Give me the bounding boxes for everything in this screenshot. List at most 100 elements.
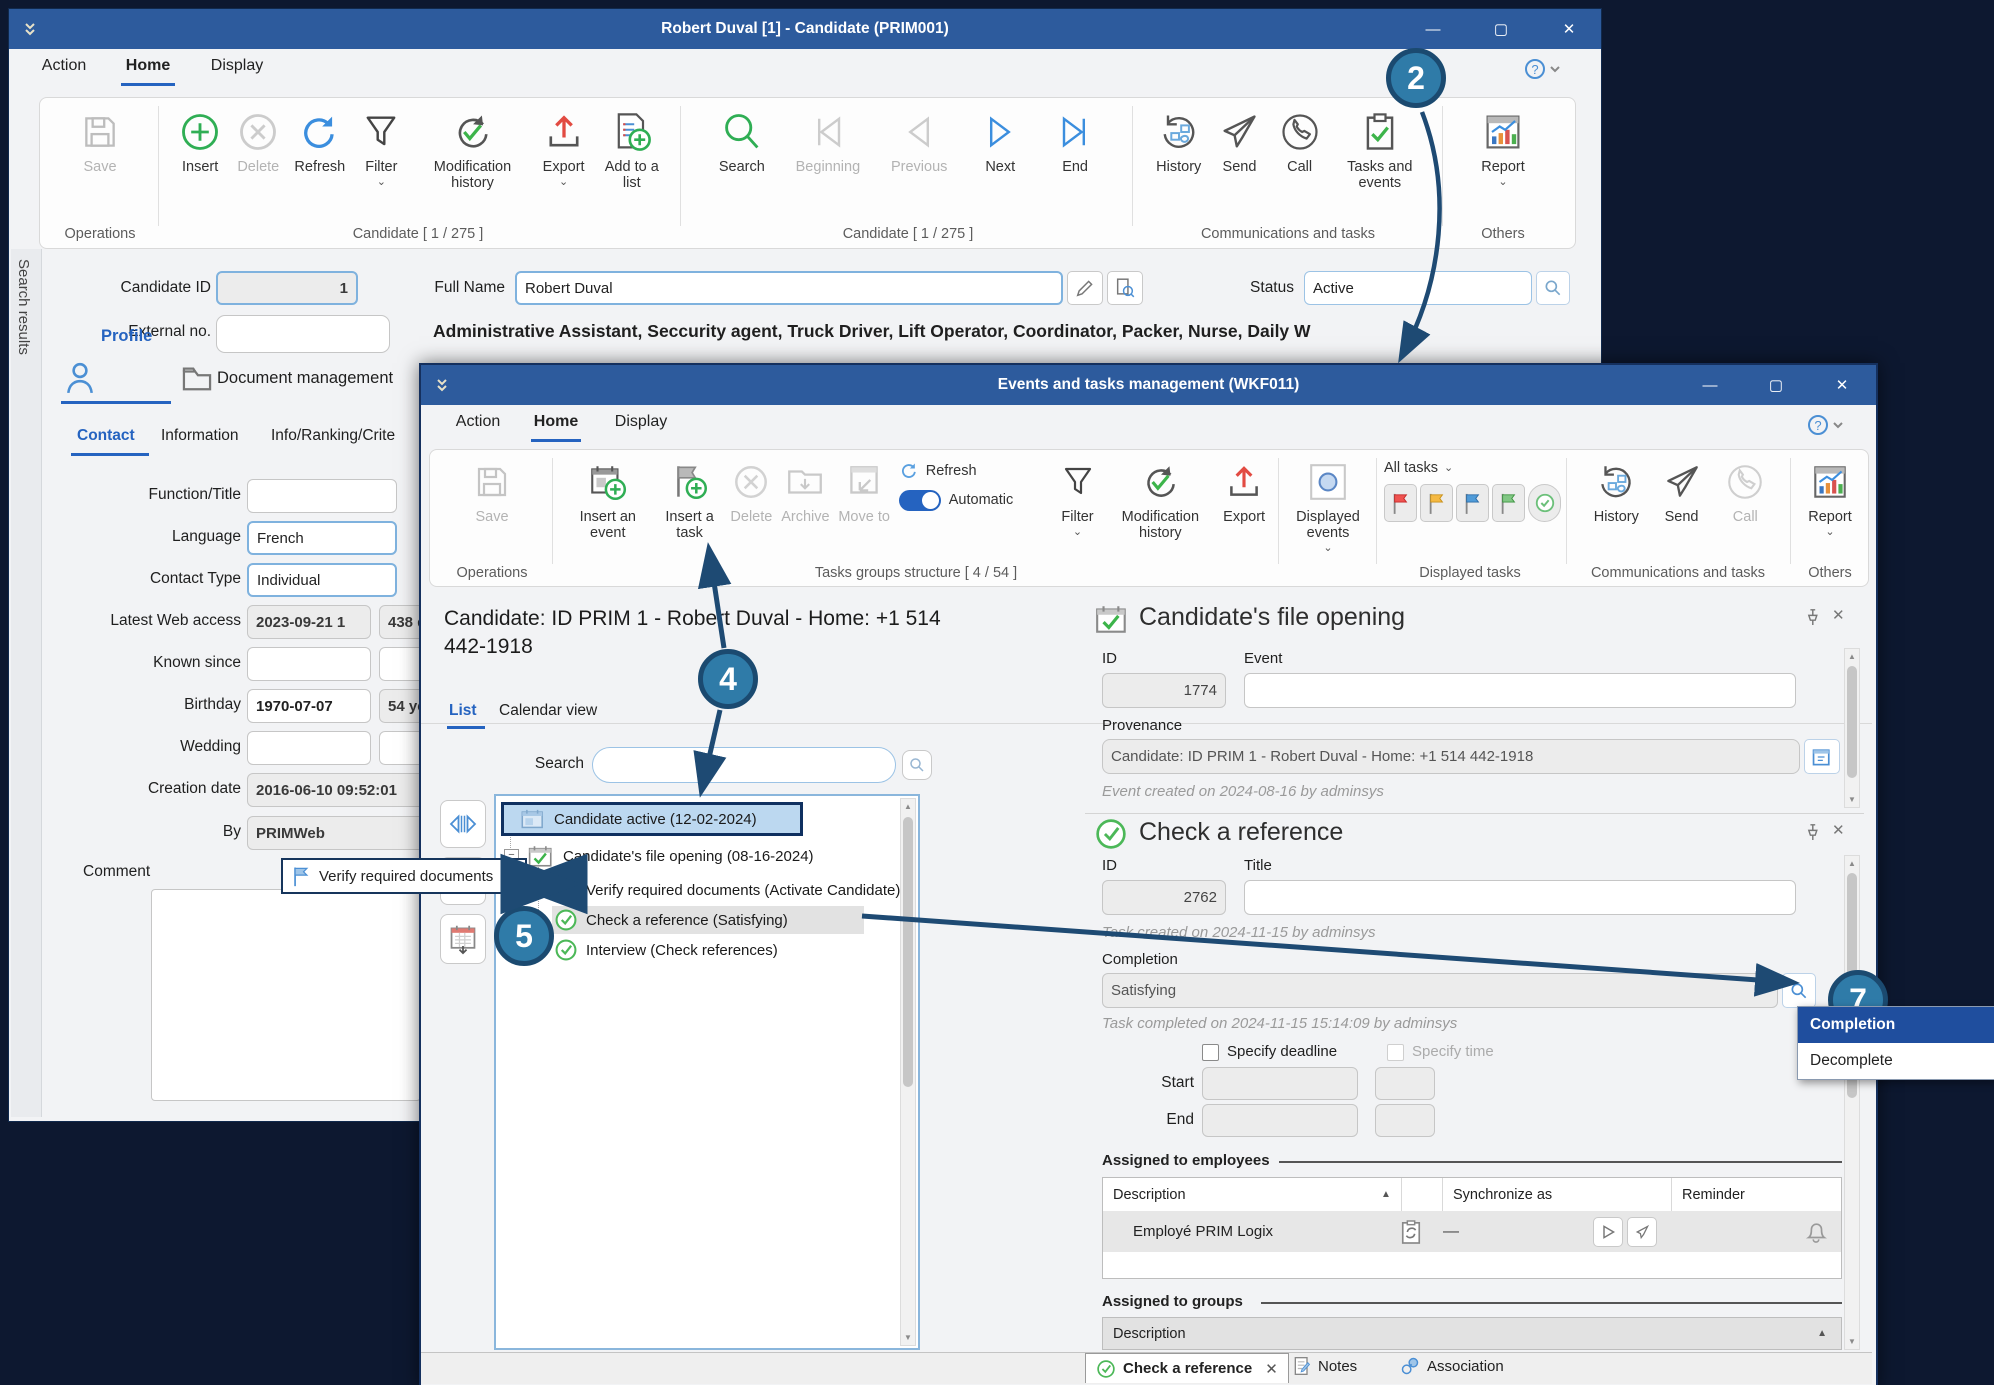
edit-name-button[interactable] — [1067, 271, 1103, 305]
sort-asc-icon[interactable]: ▲ — [1381, 1189, 1401, 1200]
window1-titlebar[interactable]: Robert Duval [1] - Candidate (PRIM001) —… — [9, 9, 1601, 49]
yellow-flag-filter-button[interactable] — [1420, 484, 1453, 522]
menu-item-completion[interactable]: Completion — [1798, 1007, 1994, 1043]
send-button[interactable]: Send — [1661, 458, 1703, 525]
sort-asc-icon[interactable]: ▲ — [1817, 1328, 1841, 1339]
tab-profile[interactable]: Profile — [101, 327, 152, 346]
search-input[interactable] — [592, 747, 896, 783]
function-title-field[interactable] — [247, 479, 397, 513]
col-synchronize[interactable]: Synchronize as — [1442, 1178, 1671, 1211]
history-button[interactable]: History — [1156, 108, 1201, 175]
refresh-row[interactable]: Refresh — [899, 458, 977, 484]
modification-history-button[interactable]: Modification history — [1106, 458, 1214, 541]
menu-item-decomplete[interactable]: Decomplete — [1798, 1043, 1994, 1079]
modification-history-button[interactable]: Modification history — [417, 108, 527, 191]
completion-lookup-button[interactable] — [1782, 973, 1816, 1008]
tree-item-file-opening[interactable]: − Candidate's file opening (08-16-2024) — [501, 840, 861, 872]
wedding-field[interactable] — [247, 731, 371, 765]
employee-row[interactable]: Employé PRIM Logix — — [1103, 1211, 1841, 1252]
play-button[interactable] — [1593, 1217, 1623, 1247]
panel1-scrollbar-thumb[interactable] — [1847, 666, 1857, 778]
panel1-scrollbar[interactable]: ▲ ▼ — [1844, 648, 1860, 808]
archive-button[interactable]: Archive — [781, 458, 829, 525]
tab-home[interactable]: Home — [113, 57, 183, 75]
employee-empty-row[interactable] — [1103, 1252, 1841, 1278]
known-since-field[interactable] — [247, 647, 371, 681]
pin-icon[interactable] — [1804, 608, 1820, 631]
col-description[interactable]: Description — [1103, 1187, 1381, 1203]
export-button[interactable]: Export — [1223, 458, 1265, 525]
language-field[interactable]: French — [247, 521, 397, 555]
search-results-sidebar[interactable]: Search results — [11, 249, 42, 1117]
insert-button[interactable]: Insert — [178, 108, 222, 175]
tab-close-icon[interactable]: ✕ — [1265, 1360, 1278, 1378]
tree-item-check-reference[interactable]: Check a reference (Satisfying) — [552, 906, 864, 934]
panel1-close-icon[interactable]: ✕ — [1832, 606, 1845, 624]
tasks-and-events-button[interactable]: Tasks and events — [1338, 108, 1422, 191]
contact-type-field[interactable]: Individual — [247, 563, 397, 597]
search-button[interactable]: Search — [719, 108, 765, 175]
start-time-field[interactable] — [1375, 1067, 1435, 1100]
minimize-button[interactable]: — — [1686, 365, 1734, 405]
report-button[interactable]: Report⌄ — [1481, 108, 1525, 187]
panel2-title-input[interactable] — [1244, 880, 1796, 915]
split-view-button[interactable] — [440, 800, 486, 848]
provenance-open-button[interactable] — [1804, 739, 1840, 774]
tab-action[interactable]: Action — [443, 413, 513, 431]
send-button[interactable]: Send — [1217, 108, 1261, 175]
groups-table-header[interactable]: Description ▲ — [1102, 1317, 1842, 1350]
end-button[interactable]: End — [1053, 108, 1097, 175]
panel2-scrollbar[interactable]: ▲ ▼ — [1844, 855, 1860, 1350]
refresh-button[interactable]: Refresh — [294, 108, 345, 175]
close-button[interactable]: ✕ — [1545, 9, 1593, 49]
tab-action[interactable]: Action — [29, 57, 99, 75]
window2-titlebar[interactable]: Events and tasks management (WKF011) — ▢… — [421, 365, 1876, 405]
minimize-button[interactable]: — — [1409, 9, 1457, 49]
panel1-event-input[interactable] — [1244, 673, 1796, 708]
tree-item-candidate-active[interactable]: Candidate active (12-02-2024) — [501, 802, 803, 836]
birthday-field[interactable]: 1970-07-07 — [247, 689, 371, 723]
help-icon[interactable]: ? — [1523, 57, 1563, 86]
completed-filter-button[interactable] — [1528, 484, 1561, 522]
tree-item-verify-documents[interactable]: Verify required documents (Activate Cand… — [554, 876, 914, 904]
delete-button[interactable]: Delete — [236, 108, 280, 175]
add-to-list-button[interactable]: Add to a list — [600, 108, 664, 191]
start-date-field[interactable] — [1202, 1067, 1358, 1100]
reminder-bell-icon[interactable] — [1703, 1220, 1841, 1244]
maximize-button[interactable]: ▢ — [1752, 365, 1800, 405]
delete-button[interactable]: Delete — [730, 458, 772, 525]
search-go-button[interactable] — [902, 750, 932, 780]
pin-icon[interactable] — [1804, 823, 1820, 846]
sync-clipboard-icon[interactable] — [1391, 1219, 1431, 1245]
specify-deadline-checkbox[interactable] — [1202, 1044, 1219, 1061]
tab-calendar-view[interactable]: Calendar view — [499, 702, 597, 720]
next-button[interactable]: Next — [978, 108, 1022, 175]
automatic-toggle[interactable] — [899, 490, 941, 511]
panel2-close-icon[interactable]: ✕ — [1832, 821, 1845, 839]
status-search-button[interactable] — [1536, 271, 1570, 305]
red-flag-filter-button[interactable] — [1384, 484, 1417, 522]
tree-item-interview[interactable]: Interview (Check references) — [554, 936, 914, 964]
bottom-tab-association[interactable]: Association — [1400, 1356, 1504, 1376]
tab-info-ranking[interactable]: Info/Ranking/Crite — [271, 427, 395, 445]
col-reminder[interactable]: Reminder — [1671, 1178, 1841, 1211]
external-no-field[interactable] — [216, 315, 390, 353]
candidate-id-field[interactable]: 1 — [216, 271, 358, 305]
green-flag-filter-button[interactable] — [1492, 484, 1525, 522]
filter-button[interactable]: Filter⌄ — [1058, 458, 1098, 537]
end-time-field[interactable] — [1375, 1104, 1435, 1137]
insert-task-button[interactable]: Insert a task — [658, 458, 722, 541]
tab-document-management[interactable]: Document management — [217, 369, 393, 388]
tab-list[interactable]: List — [449, 702, 477, 720]
save-button[interactable]: Save — [79, 108, 121, 175]
previous-button[interactable]: Previous — [891, 108, 947, 175]
bottom-tab-notes[interactable]: Notes — [1293, 1356, 1357, 1376]
tab-contact[interactable]: Contact — [77, 427, 135, 445]
call-button[interactable]: Call — [1724, 458, 1766, 525]
full-name-field[interactable]: Robert Duval — [515, 271, 1063, 305]
blue-flag-filter-button[interactable] — [1456, 484, 1489, 522]
tab-home[interactable]: Home — [523, 413, 589, 431]
tab-information[interactable]: Information — [161, 427, 239, 445]
report-button[interactable]: Report⌄ — [1808, 458, 1852, 537]
end-date-field[interactable] — [1202, 1104, 1358, 1137]
